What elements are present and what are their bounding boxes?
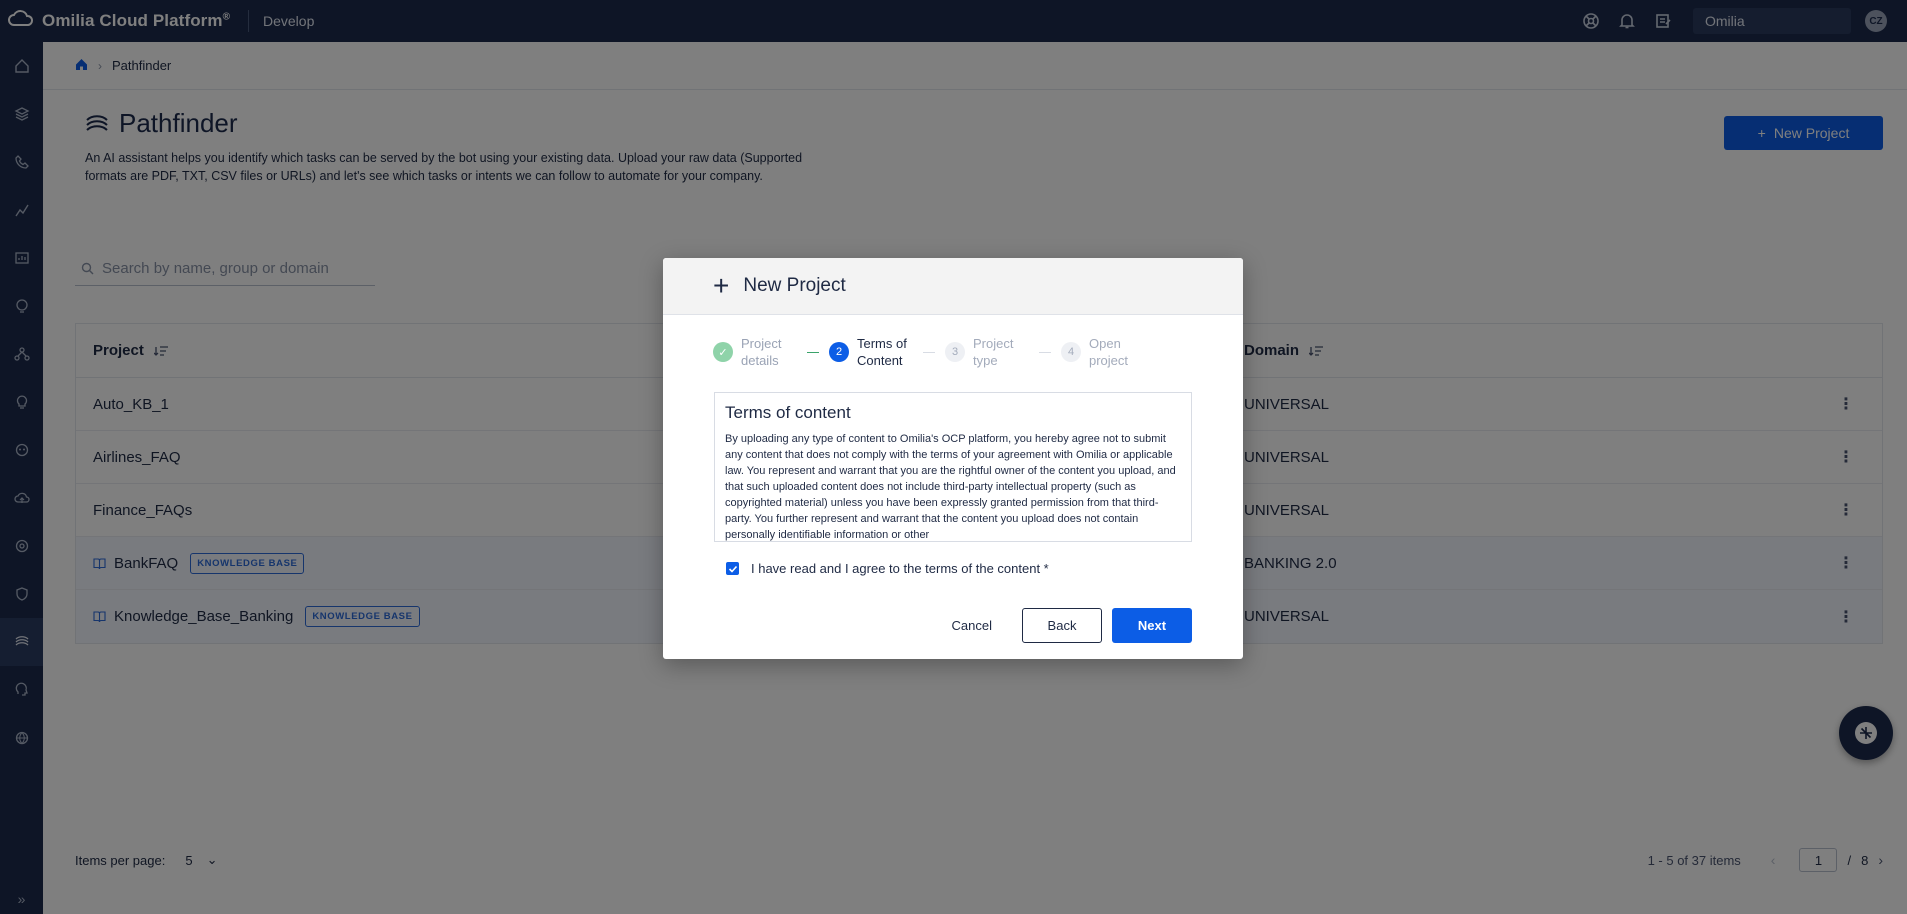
step-number: 3 (945, 342, 965, 362)
check-icon: ✓ (713, 342, 733, 362)
agree-label[interactable]: I have read and I agree to the terms of … (751, 561, 1049, 576)
modal-header: + New Project (663, 258, 1243, 315)
cancel-button[interactable]: Cancel (932, 608, 1012, 643)
step-terms-of-content: 2 Terms of Content (829, 335, 915, 369)
terms-scroll-box[interactable]: Terms of content By uploading any type o… (714, 392, 1192, 542)
agree-checkbox[interactable] (726, 562, 739, 575)
step-number: 2 (829, 342, 849, 362)
step-connector (1039, 351, 1051, 353)
modal-title: New Project (743, 275, 846, 296)
step-connector (923, 351, 935, 353)
step-open-project: 4 Open project (1061, 335, 1147, 369)
step-project-details: ✓ Project details (713, 335, 799, 369)
step-label: Terms of Content (857, 336, 907, 368)
step-label: Project type (973, 336, 1014, 368)
step-label: Project details (741, 336, 782, 368)
step-label: Open project (1089, 336, 1129, 368)
terms-title: Terms of content (725, 403, 851, 422)
terms-text: By uploading any type of content to Omil… (725, 433, 1176, 541)
new-project-modal: + New Project ✓ Project details 2 Terms … (663, 258, 1243, 659)
plus-icon: + (713, 270, 730, 301)
back-button[interactable]: Back (1022, 608, 1102, 643)
modal-actions: Cancel Back Next (932, 608, 1192, 643)
step-project-type: 3 Project type (945, 335, 1031, 369)
step-connector (807, 351, 819, 353)
checkmark-icon (728, 565, 737, 573)
stepper: ✓ Project details 2 Terms of Content 3 P… (713, 332, 1203, 372)
next-button[interactable]: Next (1112, 608, 1192, 643)
step-number: 4 (1061, 342, 1081, 362)
agree-terms-row: I have read and I agree to the terms of … (726, 561, 1049, 576)
